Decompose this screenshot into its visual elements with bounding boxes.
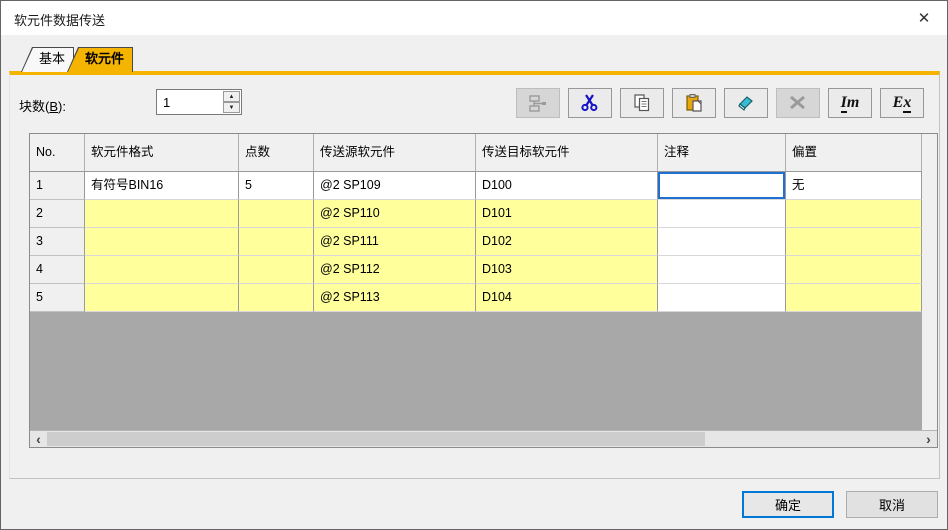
cell-source[interactable]: @2 SP109	[314, 172, 476, 200]
import-icon: Im	[841, 95, 860, 111]
copy-icon	[632, 93, 652, 113]
cell-format[interactable]	[85, 256, 239, 284]
cell-format[interactable]	[85, 284, 239, 312]
row-header[interactable]: 2	[30, 200, 85, 228]
tab-device[interactable]: 软元件	[67, 47, 133, 72]
close-icon[interactable]: ✕	[901, 1, 947, 35]
cell-source[interactable]: @2 SP111	[314, 228, 476, 256]
ok-button[interactable]: 确定	[742, 491, 834, 518]
title-bar[interactable]: 软元件数据传送 ✕	[1, 1, 947, 35]
cut-button[interactable]	[568, 88, 612, 118]
insert-block-icon	[528, 93, 548, 113]
cell-source[interactable]: @2 SP110	[314, 200, 476, 228]
grid-header-row: No.软元件格式点数传送源软元件传送目标软元件注释偏置	[30, 134, 937, 172]
cell-format[interactable]: 有符号BIN16	[85, 172, 239, 200]
horizontal-scrollbar[interactable]: ‹ ›	[30, 430, 937, 447]
cell-points[interactable]: 5	[239, 172, 314, 200]
cell-points[interactable]	[239, 200, 314, 228]
column-header-no: No.	[30, 134, 85, 171]
cell-target[interactable]: D102	[476, 228, 658, 256]
row-header[interactable]: 5	[30, 284, 85, 312]
cut-icon	[580, 93, 600, 113]
cell-offset[interactable]	[786, 284, 922, 312]
delete-button[interactable]	[776, 88, 820, 118]
table-row: 3 @2 SP111D102	[30, 228, 937, 256]
cell-points[interactable]	[239, 256, 314, 284]
cell-comment[interactable]	[658, 172, 786, 200]
cell-offset[interactable]	[786, 200, 922, 228]
spin-up-icon[interactable]: ▲	[223, 91, 240, 102]
cell-points[interactable]	[239, 228, 314, 256]
grid-body: 1有符号BIN165@2 SP109D100无2@2 SP110D1013@2 …	[30, 172, 937, 312]
column-header-comment: 注释	[658, 134, 786, 171]
cell-points[interactable]	[239, 284, 314, 312]
spin-down-icon[interactable]: ▼	[223, 102, 240, 113]
row-header[interactable]: 4	[30, 256, 85, 284]
paste-button[interactable]	[672, 88, 716, 118]
column-header-source: 传送源软元件	[314, 134, 476, 171]
cell-source[interactable]: @2 SP113	[314, 284, 476, 312]
cell-offset[interactable]	[786, 228, 922, 256]
cell-offset[interactable]: 无	[786, 172, 922, 200]
column-header-format: 软元件格式	[85, 134, 239, 171]
cancel-button[interactable]: 取消	[846, 491, 938, 518]
block-count-input[interactable]	[157, 90, 223, 114]
insert-block-button[interactable]	[516, 88, 560, 118]
column-header-offset: 偏置	[786, 134, 922, 171]
eraser-icon	[736, 93, 756, 113]
cell-format[interactable]	[85, 228, 239, 256]
scroll-left-icon[interactable]: ‹	[30, 431, 47, 447]
table-row: 1有符号BIN165@2 SP109D100 无	[30, 172, 937, 200]
export-icon: Ex	[893, 95, 912, 111]
block-count-label: 块数(B):	[19, 96, 66, 115]
column-header-points: 点数	[239, 134, 314, 171]
cell-target[interactable]: D104	[476, 284, 658, 312]
device-transfer-grid: No.软元件格式点数传送源软元件传送目标软元件注释偏置 1有符号BIN165@2…	[29, 133, 938, 448]
tab-device-label: 软元件	[67, 47, 133, 71]
table-row: 4 @2 SP112D103	[30, 256, 937, 284]
scrollbar-thumb[interactable]	[47, 432, 705, 446]
import-button[interactable]: Im	[828, 88, 872, 118]
table-row: 5 @2 SP113D104	[30, 284, 937, 312]
vertical-scrollbar-gutter	[922, 134, 937, 430]
export-button[interactable]: Ex	[880, 88, 924, 118]
column-header-target: 传送目标软元件	[476, 134, 658, 171]
cell-format[interactable]	[85, 200, 239, 228]
row-header[interactable]: 3	[30, 228, 85, 256]
cell-target[interactable]: D101	[476, 200, 658, 228]
copy-button[interactable]	[620, 88, 664, 118]
block-count-stepper: ▲ ▼	[156, 89, 242, 115]
cell-source[interactable]: @2 SP112	[314, 256, 476, 284]
cell-target[interactable]: D103	[476, 256, 658, 284]
table-row: 2 @2 SP110D101	[30, 200, 937, 228]
eraser-button[interactable]	[724, 88, 768, 118]
cell-comment[interactable]	[658, 256, 786, 284]
toolbar: Im Ex	[516, 88, 924, 118]
cell-comment[interactable]	[658, 228, 786, 256]
row-header[interactable]: 1	[30, 172, 85, 200]
paste-icon	[684, 93, 704, 113]
device-data-transfer-dialog: 软元件数据传送 ✕ 基本 软元件 块数(B): ▲ ▼	[0, 0, 948, 530]
dialog-title: 软元件数据传送	[14, 10, 105, 29]
cell-offset[interactable]	[786, 256, 922, 284]
delete-icon	[788, 93, 808, 113]
cell-target[interactable]: D100	[476, 172, 658, 200]
cell-comment[interactable]	[658, 284, 786, 312]
cell-comment[interactable]	[658, 200, 786, 228]
scroll-right-icon[interactable]: ›	[920, 431, 937, 447]
